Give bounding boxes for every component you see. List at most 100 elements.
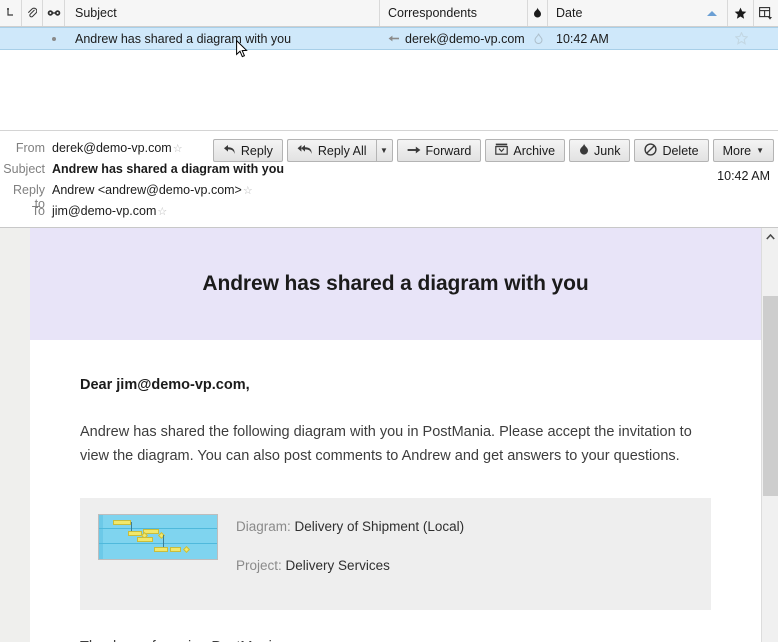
table-row[interactable]: Andrew has shared a diagram with you der… xyxy=(0,27,778,50)
header-row-subject: Subject Andrew has shared a diagram with… xyxy=(0,162,778,183)
message-list-empty-area xyxy=(0,50,778,130)
column-header-thread[interactable] xyxy=(0,0,22,26)
column-header-correspondents[interactable]: Correspondents xyxy=(380,0,528,26)
forward-arrow-icon xyxy=(407,144,421,158)
delete-button[interactable]: Delete xyxy=(634,139,709,162)
thread-icon xyxy=(6,7,15,19)
subject-label: Subject xyxy=(3,162,45,176)
body-left-gutter xyxy=(0,228,30,642)
column-header-correspondents-label: Correspondents xyxy=(388,6,477,20)
column-header-date[interactable]: Date xyxy=(548,0,728,26)
diagram-value[interactable]: Delivery of Shipment (Local) xyxy=(295,519,465,534)
chevron-down-icon: ▼ xyxy=(380,146,388,155)
unread-glasses-icon xyxy=(47,9,61,17)
diagram-label: Diagram: xyxy=(236,519,291,535)
sort-ascending-icon xyxy=(707,10,717,16)
reply-arrow-icon xyxy=(223,144,236,158)
row-junk-cell[interactable] xyxy=(528,28,548,49)
header-row-reply-to: Reply to Andrew <andrew@demo-vp.com> ☆ xyxy=(0,183,778,211)
forward-button-label: Forward xyxy=(425,143,472,158)
email-closing: Thank you for using PostMania xyxy=(80,636,711,642)
column-picker-button[interactable] xyxy=(754,0,778,26)
junk-button-label: Junk xyxy=(594,143,621,158)
reply-to-value[interactable]: Andrew <andrew@demo-vp.com> xyxy=(52,183,242,197)
from-label: From xyxy=(15,141,45,155)
row-attachment-cell xyxy=(22,28,43,49)
scrollbar-thumb[interactable] xyxy=(763,296,778,496)
row-thread-cell xyxy=(0,28,22,49)
row-correspondent-cell[interactable]: derek@demo-vp.com xyxy=(380,28,528,49)
diagram-thumbnail[interactable] xyxy=(98,514,218,561)
more-button-label: More xyxy=(722,143,752,158)
row-correspondent-text: derek@demo-vp.com xyxy=(405,31,525,46)
junk-flame-icon xyxy=(533,32,543,45)
email-client-window: Subject Correspondents Date Andrew has s… xyxy=(0,0,778,642)
junk-flame-icon xyxy=(533,7,542,19)
star-icon[interactable]: ☆ xyxy=(157,205,167,218)
star-icon xyxy=(734,7,747,20)
row-date-cell[interactable]: 10:42 AM xyxy=(548,28,728,49)
diagram-name-line: Diagram: Delivery of Shipment (Local) xyxy=(236,516,464,538)
reply-all-split-button: Reply All ▼ xyxy=(286,139,393,162)
junk-button[interactable]: Junk xyxy=(569,139,631,162)
archive-box-icon xyxy=(495,143,509,158)
column-header-unread[interactable] xyxy=(43,0,65,26)
to-label: To xyxy=(31,204,45,218)
column-header-subject[interactable]: Subject xyxy=(65,0,380,26)
message-list: Subject Correspondents Date Andrew has s… xyxy=(0,0,778,131)
diagram-card[interactable]: Diagram: Delivery of Shipment (Local) Pr… xyxy=(80,498,711,611)
message-body-pane: Andrew has shared a diagram with you Dea… xyxy=(0,228,778,642)
header-row-to: To jim@demo-vp.com ☆ xyxy=(0,204,778,225)
message-header-time: 10:42 AM xyxy=(717,169,770,183)
diagram-card-meta: Diagram: Delivery of Shipment (Local) Pr… xyxy=(236,514,464,594)
column-picker-icon xyxy=(759,6,773,20)
body-vertical-scrollbar[interactable] xyxy=(761,228,778,642)
read-status-dot xyxy=(52,36,56,41)
project-label: Project: xyxy=(236,558,282,574)
row-date-text: 10:42 AM xyxy=(556,31,609,46)
chevron-up-icon xyxy=(765,233,775,240)
project-value[interactable]: Delivery Services xyxy=(286,558,390,573)
chevron-down-icon: ▼ xyxy=(756,146,764,155)
incoming-arrow-icon xyxy=(388,34,400,43)
delete-prohibited-icon xyxy=(644,142,658,159)
message-list-header: Subject Correspondents Date xyxy=(0,0,778,27)
star-icon[interactable]: ☆ xyxy=(173,142,183,155)
email-content: Andrew has shared a diagram with you Dea… xyxy=(30,228,761,642)
to-value[interactable]: jim@demo-vp.com xyxy=(52,204,156,218)
message-header-pane: Reply Reply All ▼ Forward Archive Junk D… xyxy=(0,131,778,228)
column-header-subject-label: Subject xyxy=(75,6,117,20)
message-toolbar: Reply Reply All ▼ Forward Archive Junk D… xyxy=(212,139,774,162)
subject-value: Andrew has shared a diagram with you xyxy=(52,162,285,176)
row-subject-cell[interactable]: Andrew has shared a diagram with you xyxy=(65,28,380,49)
project-name-line: Project: Delivery Services xyxy=(236,555,464,577)
email-body: Dear jim@demo-vp.com, Andrew has shared … xyxy=(30,340,761,642)
reply-all-button[interactable]: Reply All xyxy=(286,139,376,162)
from-value[interactable]: derek@demo-vp.com xyxy=(52,141,172,155)
email-paragraph: Andrew has shared the following diagram … xyxy=(80,424,692,464)
reply-all-arrow-icon xyxy=(297,144,313,158)
reply-button[interactable]: Reply xyxy=(212,139,283,162)
more-button[interactable]: More ▼ xyxy=(712,139,774,162)
column-header-star[interactable] xyxy=(728,0,754,26)
star-icon xyxy=(734,32,748,45)
delete-button-label: Delete xyxy=(662,143,699,158)
row-star-toggle[interactable] xyxy=(728,28,754,49)
scroll-up-button[interactable] xyxy=(762,228,778,245)
junk-flame-icon xyxy=(579,143,589,159)
star-icon[interactable]: ☆ xyxy=(243,184,253,197)
reply-button-label: Reply xyxy=(240,143,273,158)
row-picker-cell xyxy=(754,28,778,49)
email-banner-title: Andrew has shared a diagram with you xyxy=(202,272,589,295)
reply-all-button-label: Reply All xyxy=(317,143,367,158)
reply-all-dropdown-button[interactable]: ▼ xyxy=(375,139,393,162)
row-subject-text: Andrew has shared a diagram with you xyxy=(75,31,292,46)
row-unread-indicator[interactable] xyxy=(43,28,65,49)
column-header-attachment[interactable] xyxy=(22,0,43,26)
paperclip-icon xyxy=(27,7,37,19)
forward-button[interactable]: Forward xyxy=(396,139,482,162)
column-header-junk[interactable] xyxy=(528,0,548,26)
column-header-date-label: Date xyxy=(556,6,583,20)
email-banner: Andrew has shared a diagram with you xyxy=(30,228,761,340)
archive-button[interactable]: Archive xyxy=(485,139,566,162)
